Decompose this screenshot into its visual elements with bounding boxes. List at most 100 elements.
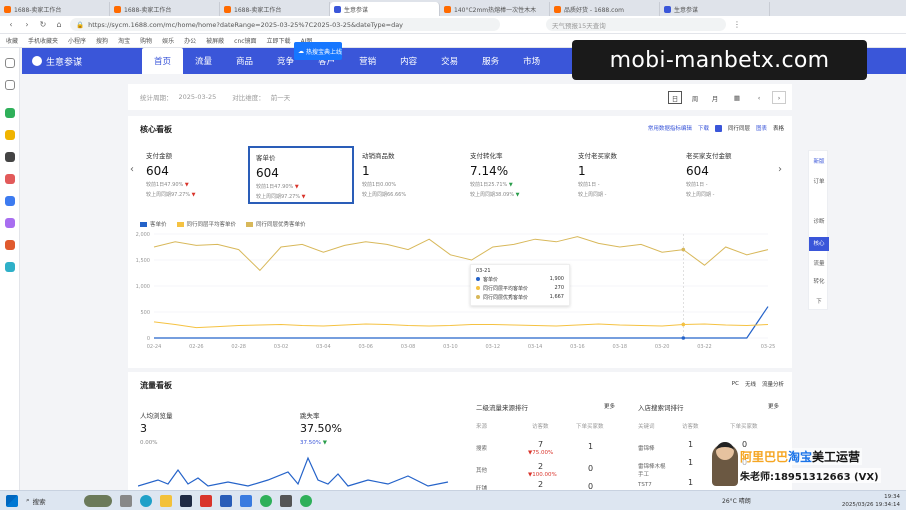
- app-icon[interactable]: [5, 174, 15, 184]
- bookmark-item[interactable]: 搜狗: [96, 36, 108, 45]
- panel-new[interactable]: 新版: [809, 157, 829, 165]
- bookmark-item[interactable]: 被屏蔽: [206, 36, 224, 45]
- nav-traffic[interactable]: 流量: [183, 48, 224, 74]
- nav-market[interactable]: 市场: [511, 48, 552, 74]
- prev-date-icon[interactable]: ‹: [752, 91, 766, 104]
- bookmark-item[interactable]: 立即下载: [267, 36, 291, 45]
- browser-tab[interactable]: 1688-卖家工作台: [0, 2, 110, 16]
- browser-tab[interactable]: 品质好货 - 1688.com: [550, 2, 660, 16]
- reload-icon[interactable]: ↻: [38, 20, 48, 29]
- bookmark-item[interactable]: 小程序: [68, 36, 86, 45]
- x-tick-label: 03-22: [697, 344, 712, 350]
- data-point: [681, 247, 686, 252]
- edge-icon[interactable]: [140, 494, 152, 507]
- date-month-button[interactable]: 月: [708, 91, 722, 104]
- browser-tab-active[interactable]: 生意参谋: [330, 2, 440, 16]
- file-explorer-icon[interactable]: [160, 494, 172, 507]
- app-icon[interactable]: [5, 218, 15, 228]
- wechat-icon[interactable]: [260, 494, 272, 507]
- chart-view-link[interactable]: 图表: [756, 124, 767, 132]
- app-icon[interactable]: [240, 494, 252, 507]
- app-icon[interactable]: [5, 262, 15, 272]
- nav-content[interactable]: 内容: [388, 48, 429, 74]
- metrics-prev-icon[interactable]: ‹: [130, 164, 134, 175]
- bookmark-item[interactable]: 娱乐: [162, 36, 174, 45]
- calendar-icon[interactable]: ▦: [730, 91, 744, 104]
- nav-service[interactable]: 服务: [470, 48, 511, 74]
- app-icon[interactable]: [220, 494, 232, 507]
- app-icon[interactable]: [5, 152, 15, 162]
- y-tick-label: 1,500: [136, 258, 150, 264]
- metric-card[interactable]: 动销商品数 1 较前1日0.00% 较上周同期66.66%: [356, 146, 462, 204]
- app-icon[interactable]: [5, 130, 15, 140]
- peer-toggle[interactable]: 同行同层: [728, 124, 750, 132]
- browser-search-input[interactable]: 天气预报15天查询: [546, 18, 726, 31]
- sources-more-link[interactable]: 更多: [604, 402, 615, 410]
- search-icon: ⌕: [26, 496, 30, 504]
- bookmark-item[interactable]: cnc镜面: [234, 36, 256, 45]
- taskview-icon[interactable]: [120, 494, 132, 507]
- browser-tab[interactable]: 140°C2mm热熔棒一次性木木: [440, 2, 550, 16]
- url-field[interactable]: 🔒 https://sycm.1688.com/mc/home/home?date…: [70, 18, 500, 31]
- pc-toggle[interactable]: PC: [732, 381, 739, 387]
- ai-icon[interactable]: [5, 196, 15, 206]
- keywords-more-link[interactable]: 更多: [768, 402, 779, 410]
- system-clock[interactable]: 19:34 2025/03/26 19:34:14: [842, 493, 900, 509]
- metric-card[interactable]: 老买家支付金额 604 较前1日 - 较上周同期 -: [680, 146, 786, 204]
- app-icon[interactable]: [280, 494, 292, 507]
- panel-conversion[interactable]: 转化: [809, 277, 829, 285]
- bookmark-item[interactable]: 购物: [140, 36, 152, 45]
- panel-traffic[interactable]: 流量: [809, 259, 829, 267]
- traffic-analysis-link[interactable]: 流量分析: [762, 380, 784, 388]
- hot-search-badge[interactable]: ☁ 热搜宝典上线: [294, 42, 342, 60]
- date-week-button[interactable]: 周: [688, 91, 702, 104]
- wps-icon[interactable]: [200, 494, 212, 507]
- weather-widget[interactable]: 26°C 晴朗: [722, 496, 751, 505]
- next-date-icon[interactable]: ›: [772, 91, 786, 104]
- metric-card[interactable]: 支付金额 604 较前1日47.90% ▼ 较上周同期97.27% ▼: [140, 146, 246, 204]
- game-icon[interactable]: [5, 240, 15, 250]
- bookmark-item[interactable]: 办公: [184, 36, 196, 45]
- tooltip-row: 同行同层平均客单价 270: [476, 285, 564, 292]
- browser-tab[interactable]: 1688-卖家工作台: [220, 2, 330, 16]
- taskbar-search[interactable]: ⌕ 搜索: [26, 496, 76, 506]
- table-row: 雷锦棒: [638, 446, 655, 452]
- nav-marketing[interactable]: 营销: [347, 48, 388, 74]
- traffic-board: 流量看板 PC 无线 流量分析 人均浏览量 3 0.00% 跳失率 37.50%…: [128, 372, 792, 492]
- turtle-icon[interactable]: [84, 494, 112, 507]
- panel-down[interactable]: 下: [809, 297, 829, 305]
- date-day-button[interactable]: 日: [668, 91, 682, 104]
- photoshop-icon[interactable]: [180, 494, 192, 507]
- metric-card-selected[interactable]: 客单价 604 较前1日47.90% ▼ 较上周同期97.27% ▼: [248, 146, 354, 204]
- home-icon[interactable]: ⌂: [54, 20, 64, 29]
- wireless-toggle[interactable]: 无线: [745, 380, 756, 388]
- checkbox-icon[interactable]: [714, 124, 722, 132]
- brand-logo[interactable]: 生意参谋: [22, 55, 142, 68]
- nav-home[interactable]: 首页: [142, 48, 184, 74]
- metric-card[interactable]: 支付转化率 7.14% 较前1日25.71% ▼ 较上周同期38.09% ▼: [464, 146, 570, 204]
- browser-tab[interactable]: 1688-卖家工作台: [110, 2, 220, 16]
- bookmark-item[interactable]: 淘宝: [118, 36, 130, 45]
- bookmark-item[interactable]: 收藏: [6, 36, 18, 45]
- app-icon[interactable]: [5, 108, 15, 118]
- nav-trade[interactable]: 交易: [429, 48, 470, 74]
- extensions-icon[interactable]: ⋮: [732, 20, 742, 29]
- add-icon[interactable]: [5, 80, 15, 90]
- panel-diagnose[interactable]: 诊断: [809, 217, 829, 225]
- download-link[interactable]: 下载: [698, 124, 709, 132]
- browser-icon[interactable]: [300, 494, 312, 507]
- compare-value[interactable]: 前一天: [271, 92, 291, 102]
- bookmark-item[interactable]: 手机收藏夹: [28, 36, 58, 45]
- trend-chart: 0 500 1,000 1,500 2,000 02-24 02-26 02-28 03-02 0…: [136, 232, 776, 350]
- windows-start-icon[interactable]: [6, 494, 18, 507]
- back-icon[interactable]: ‹: [6, 20, 16, 29]
- panel-order[interactable]: 订单: [809, 177, 829, 185]
- home-icon[interactable]: [5, 58, 15, 68]
- table-view-link[interactable]: 表格: [773, 124, 784, 132]
- browser-tab[interactable]: 生意参谋: [660, 2, 770, 16]
- edit-metrics-link[interactable]: 常用数据指标编辑: [648, 124, 692, 132]
- nav-product[interactable]: 商品: [224, 48, 265, 74]
- metric-card[interactable]: 支付老买家数 1 较前1日 - 较上周同期 -: [572, 146, 678, 204]
- forward-icon[interactable]: ›: [22, 20, 32, 29]
- panel-core[interactable]: 核心: [809, 237, 829, 251]
